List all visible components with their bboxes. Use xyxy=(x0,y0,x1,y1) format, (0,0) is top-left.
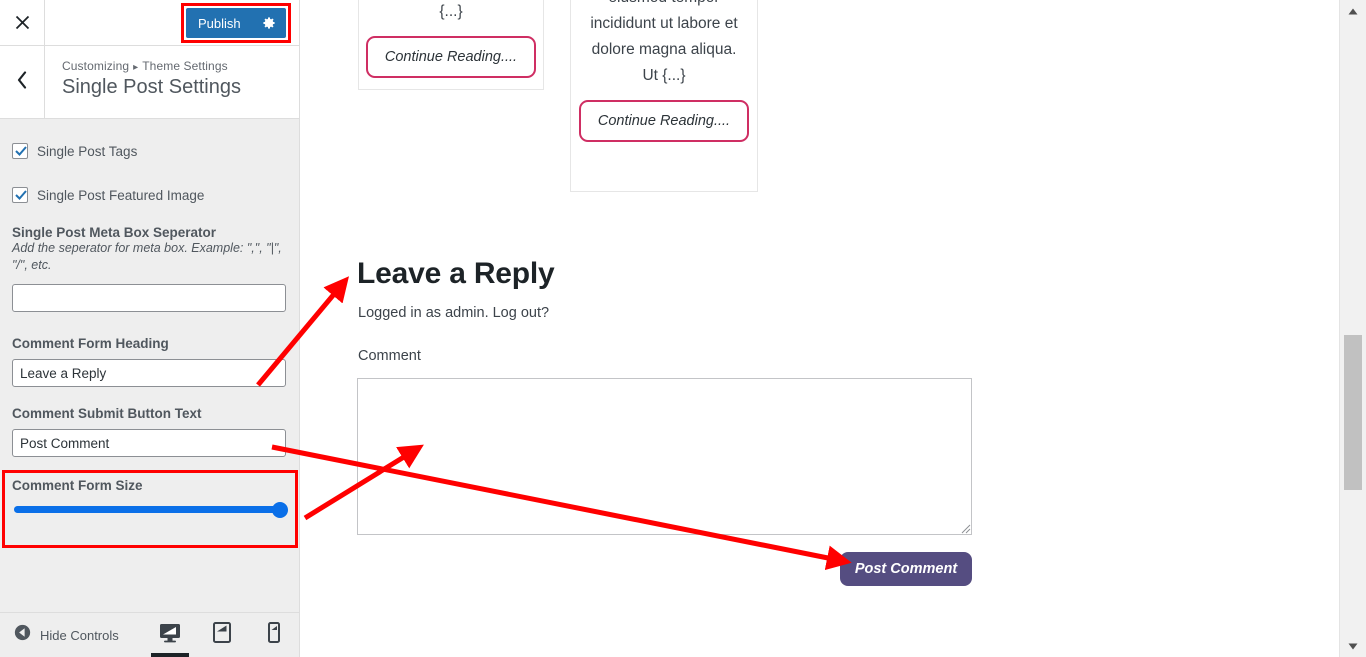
control-description-meta-box-separator: Add the seperator for meta box. Example:… xyxy=(12,241,282,272)
breadcrumb-separator-icon: ▸ xyxy=(133,62,139,73)
post-card: it, then start writing! {...} Continue R… xyxy=(358,0,544,90)
device-preview-switcher xyxy=(151,613,287,657)
check-icon xyxy=(15,146,27,156)
close-customizer-button[interactable] xyxy=(0,0,45,45)
breadcrumb-root[interactable]: Customizing xyxy=(62,59,129,73)
customizer-screen: Publish Customizing ▸ Theme Settings Sin… xyxy=(0,0,1366,657)
post-comment-button[interactable]: Post Comment xyxy=(840,552,972,586)
control-comment-form-heading: Comment Form Heading xyxy=(12,336,286,387)
comment-submit-button-text-input[interactable] xyxy=(12,429,286,457)
control-label-single-post-tags: Single Post Tags xyxy=(37,143,138,159)
page-title: Single Post Settings xyxy=(62,76,241,98)
post-excerpt: it, then start writing! {...} xyxy=(439,3,463,20)
slider-track xyxy=(14,506,286,513)
page-scrollbar[interactable] xyxy=(1339,0,1366,657)
comment-form-size-slider[interactable] xyxy=(14,500,288,520)
control-comment-submit-button-text: Comment Submit Button Text xyxy=(12,406,286,457)
control-label-single-post-featured-image: Single Post Featured Image xyxy=(37,187,205,203)
checkbox-single-post-featured-image[interactable] xyxy=(12,187,28,203)
logged-in-notice[interactable]: Logged in as admin. Log out? xyxy=(358,305,549,321)
site-preview-frame: it, then start writing! {...} Continue R… xyxy=(300,0,1339,657)
control-single-post-tags[interactable]: Single Post Tags xyxy=(12,143,137,159)
post-excerpt: adipiscing elit, sed do eiusmod tempor i… xyxy=(590,0,738,84)
slider-thumb[interactable] xyxy=(272,502,288,518)
hide-controls-button[interactable]: Hide Controls xyxy=(14,624,119,646)
check-icon xyxy=(15,190,27,200)
tablet-icon xyxy=(213,622,231,648)
customizer-footer: Hide Controls xyxy=(0,612,299,657)
post-card: adipiscing elit, sed do eiusmod tempor i… xyxy=(570,0,758,192)
chevron-left-icon xyxy=(17,70,28,94)
back-button[interactable] xyxy=(0,46,45,118)
mobile-icon xyxy=(268,622,280,648)
comment-form-heading: Leave a Reply xyxy=(357,257,555,290)
device-tablet-button[interactable] xyxy=(209,613,235,657)
control-label-comment-submit-button-text: Comment Submit Button Text xyxy=(12,406,202,421)
customizer-controls-list: Single Post Tags Single Post Featured Im… xyxy=(0,119,299,612)
customizer-header: Publish xyxy=(0,0,299,46)
meta-box-separator-input[interactable] xyxy=(12,284,286,312)
control-meta-box-separator: Single Post Meta Box Seperator Add the s… xyxy=(12,225,289,312)
publish-area: Publish xyxy=(181,3,291,43)
control-label-comment-form-heading: Comment Form Heading xyxy=(12,336,169,351)
gear-icon[interactable] xyxy=(262,16,276,30)
continue-reading-button[interactable]: Continue Reading.... xyxy=(578,100,750,142)
comment-field-label: Comment xyxy=(358,348,421,364)
customizer-title-row: Customizing ▸ Theme Settings Single Post S… xyxy=(0,46,299,119)
close-x-icon xyxy=(15,15,30,30)
control-label-meta-box-separator: Single Post Meta Box Seperator xyxy=(12,225,217,240)
device-desktop-button[interactable] xyxy=(151,613,189,657)
scroll-up-arrow-icon[interactable] xyxy=(1340,2,1366,20)
device-mobile-button[interactable] xyxy=(261,613,287,657)
arrow-left-circle-icon xyxy=(14,624,31,646)
breadcrumb-parent[interactable]: Theme Settings xyxy=(142,59,227,73)
control-single-post-featured-image[interactable]: Single Post Featured Image xyxy=(12,187,204,203)
comment-form-heading-input[interactable] xyxy=(12,359,286,387)
scroll-down-arrow-icon[interactable] xyxy=(1340,637,1366,655)
checkbox-single-post-tags[interactable] xyxy=(12,143,28,159)
desktop-icon xyxy=(159,623,181,648)
publish-button[interactable]: Publish xyxy=(186,8,286,38)
breadcrumb: Customizing ▸ Theme Settings xyxy=(62,59,228,73)
control-label-comment-form-size: Comment Form Size xyxy=(12,478,143,493)
publish-button-label: Publish xyxy=(198,15,241,31)
scrollbar-thumb[interactable] xyxy=(1344,335,1362,490)
customizer-sidebar: Publish Customizing ▸ Theme Settings Sin… xyxy=(0,0,300,657)
continue-reading-button[interactable]: Continue Reading.... xyxy=(365,36,537,78)
hide-controls-label: Hide Controls xyxy=(40,627,119,643)
comment-textarea[interactable] xyxy=(357,378,972,535)
